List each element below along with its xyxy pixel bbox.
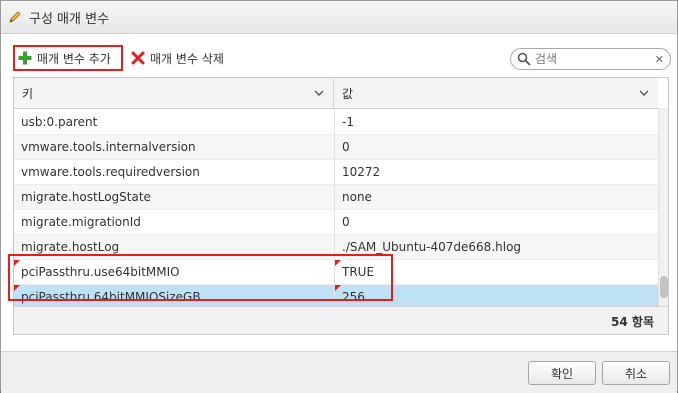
search-box[interactable]: ✕ bbox=[510, 48, 671, 70]
value-cell[interactable]: -1 bbox=[335, 110, 658, 134]
column-header-key[interactable]: 키 bbox=[14, 78, 334, 108]
table-row[interactable]: migrate.hostLog ./SAM_Ubuntu-407de668.hl… bbox=[14, 235, 658, 260]
column-header-value-label: 값 bbox=[342, 86, 354, 101]
delete-parameter-label: 매개 변수 삭제 bbox=[150, 51, 224, 66]
key-cell: migrate.migrationId bbox=[14, 210, 335, 234]
grid-scrollbar[interactable] bbox=[658, 108, 668, 308]
add-parameter-button[interactable]: 매개 변수 추가 bbox=[13, 45, 123, 71]
value-cell[interactable]: ./SAM_Ubuntu-407de668.hlog bbox=[335, 235, 658, 259]
plus-icon bbox=[18, 51, 32, 65]
value-cell[interactable]: 10272 bbox=[335, 160, 658, 184]
table-row[interactable]: pciPassthru.use64bitMMIO TRUE bbox=[14, 260, 658, 285]
modified-marker bbox=[335, 260, 341, 266]
dialog-title: 구성 매개 변수 bbox=[29, 11, 110, 27]
table-row[interactable]: vmware.tools.internalversion 0 bbox=[14, 135, 658, 160]
dialog-footer: 확인 취소 bbox=[1, 351, 677, 393]
value-cell[interactable]: 0 bbox=[335, 135, 658, 159]
value-cell[interactable]: TRUE bbox=[335, 260, 658, 284]
chevron-down-icon[interactable] bbox=[313, 87, 325, 99]
key-cell: migrate.hostLogState bbox=[14, 185, 335, 209]
add-parameter-label: 매개 변수 추가 bbox=[37, 51, 111, 66]
grid-rows: usb:0.parent -1 vmware.tools.internalver… bbox=[14, 110, 658, 310]
column-header-key-label: 키 bbox=[22, 86, 34, 101]
key-cell: vmware.tools.requiredversion bbox=[14, 160, 335, 184]
table-row[interactable]: migrate.migrationId 0 bbox=[14, 210, 658, 235]
column-header-value[interactable]: 값 bbox=[335, 78, 658, 108]
modified-marker bbox=[14, 260, 20, 266]
scrollbar-thumb[interactable] bbox=[660, 276, 668, 298]
grid-footer: 54 항목 bbox=[14, 306, 668, 334]
config-parameters-dialog: 구성 매개 변수 매개 변수 추가 매개 변수 삭제 ✕ 키 bbox=[0, 0, 678, 393]
cancel-button[interactable]: 취소 bbox=[602, 361, 670, 385]
chevron-down-icon[interactable] bbox=[638, 87, 650, 99]
x-icon bbox=[131, 51, 145, 65]
value-cell[interactable]: none bbox=[335, 185, 658, 209]
modified-marker bbox=[14, 285, 20, 291]
dialog-titlebar: 구성 매개 변수 bbox=[1, 1, 677, 34]
key-cell: migrate.hostLog bbox=[14, 235, 335, 259]
search-input[interactable] bbox=[531, 52, 649, 66]
delete-parameter-button[interactable]: 매개 변수 삭제 bbox=[127, 45, 251, 71]
pencil-icon bbox=[9, 11, 21, 23]
close-icon[interactable]: ✕ bbox=[655, 53, 664, 66]
table-row[interactable]: vmware.tools.requiredversion 10272 bbox=[14, 160, 658, 185]
search-icon bbox=[517, 52, 531, 66]
key-cell: vmware.tools.internalversion bbox=[14, 135, 335, 159]
key-cell[interactable]: pciPassthru.use64bitMMIO bbox=[14, 260, 335, 284]
grid-header: 키 값 bbox=[14, 78, 658, 109]
table-row[interactable]: usb:0.parent -1 bbox=[14, 110, 658, 135]
item-count: 54 항목 bbox=[611, 314, 654, 329]
value-cell[interactable]: 0 bbox=[335, 210, 658, 234]
modified-marker bbox=[335, 285, 341, 291]
key-cell: usb:0.parent bbox=[14, 110, 335, 134]
parameters-grid: 키 값 usb:0.parent -1 vmware.tools.interna… bbox=[13, 77, 669, 335]
ok-button[interactable]: 확인 bbox=[528, 361, 596, 385]
table-row[interactable]: migrate.hostLogState none bbox=[14, 185, 658, 210]
